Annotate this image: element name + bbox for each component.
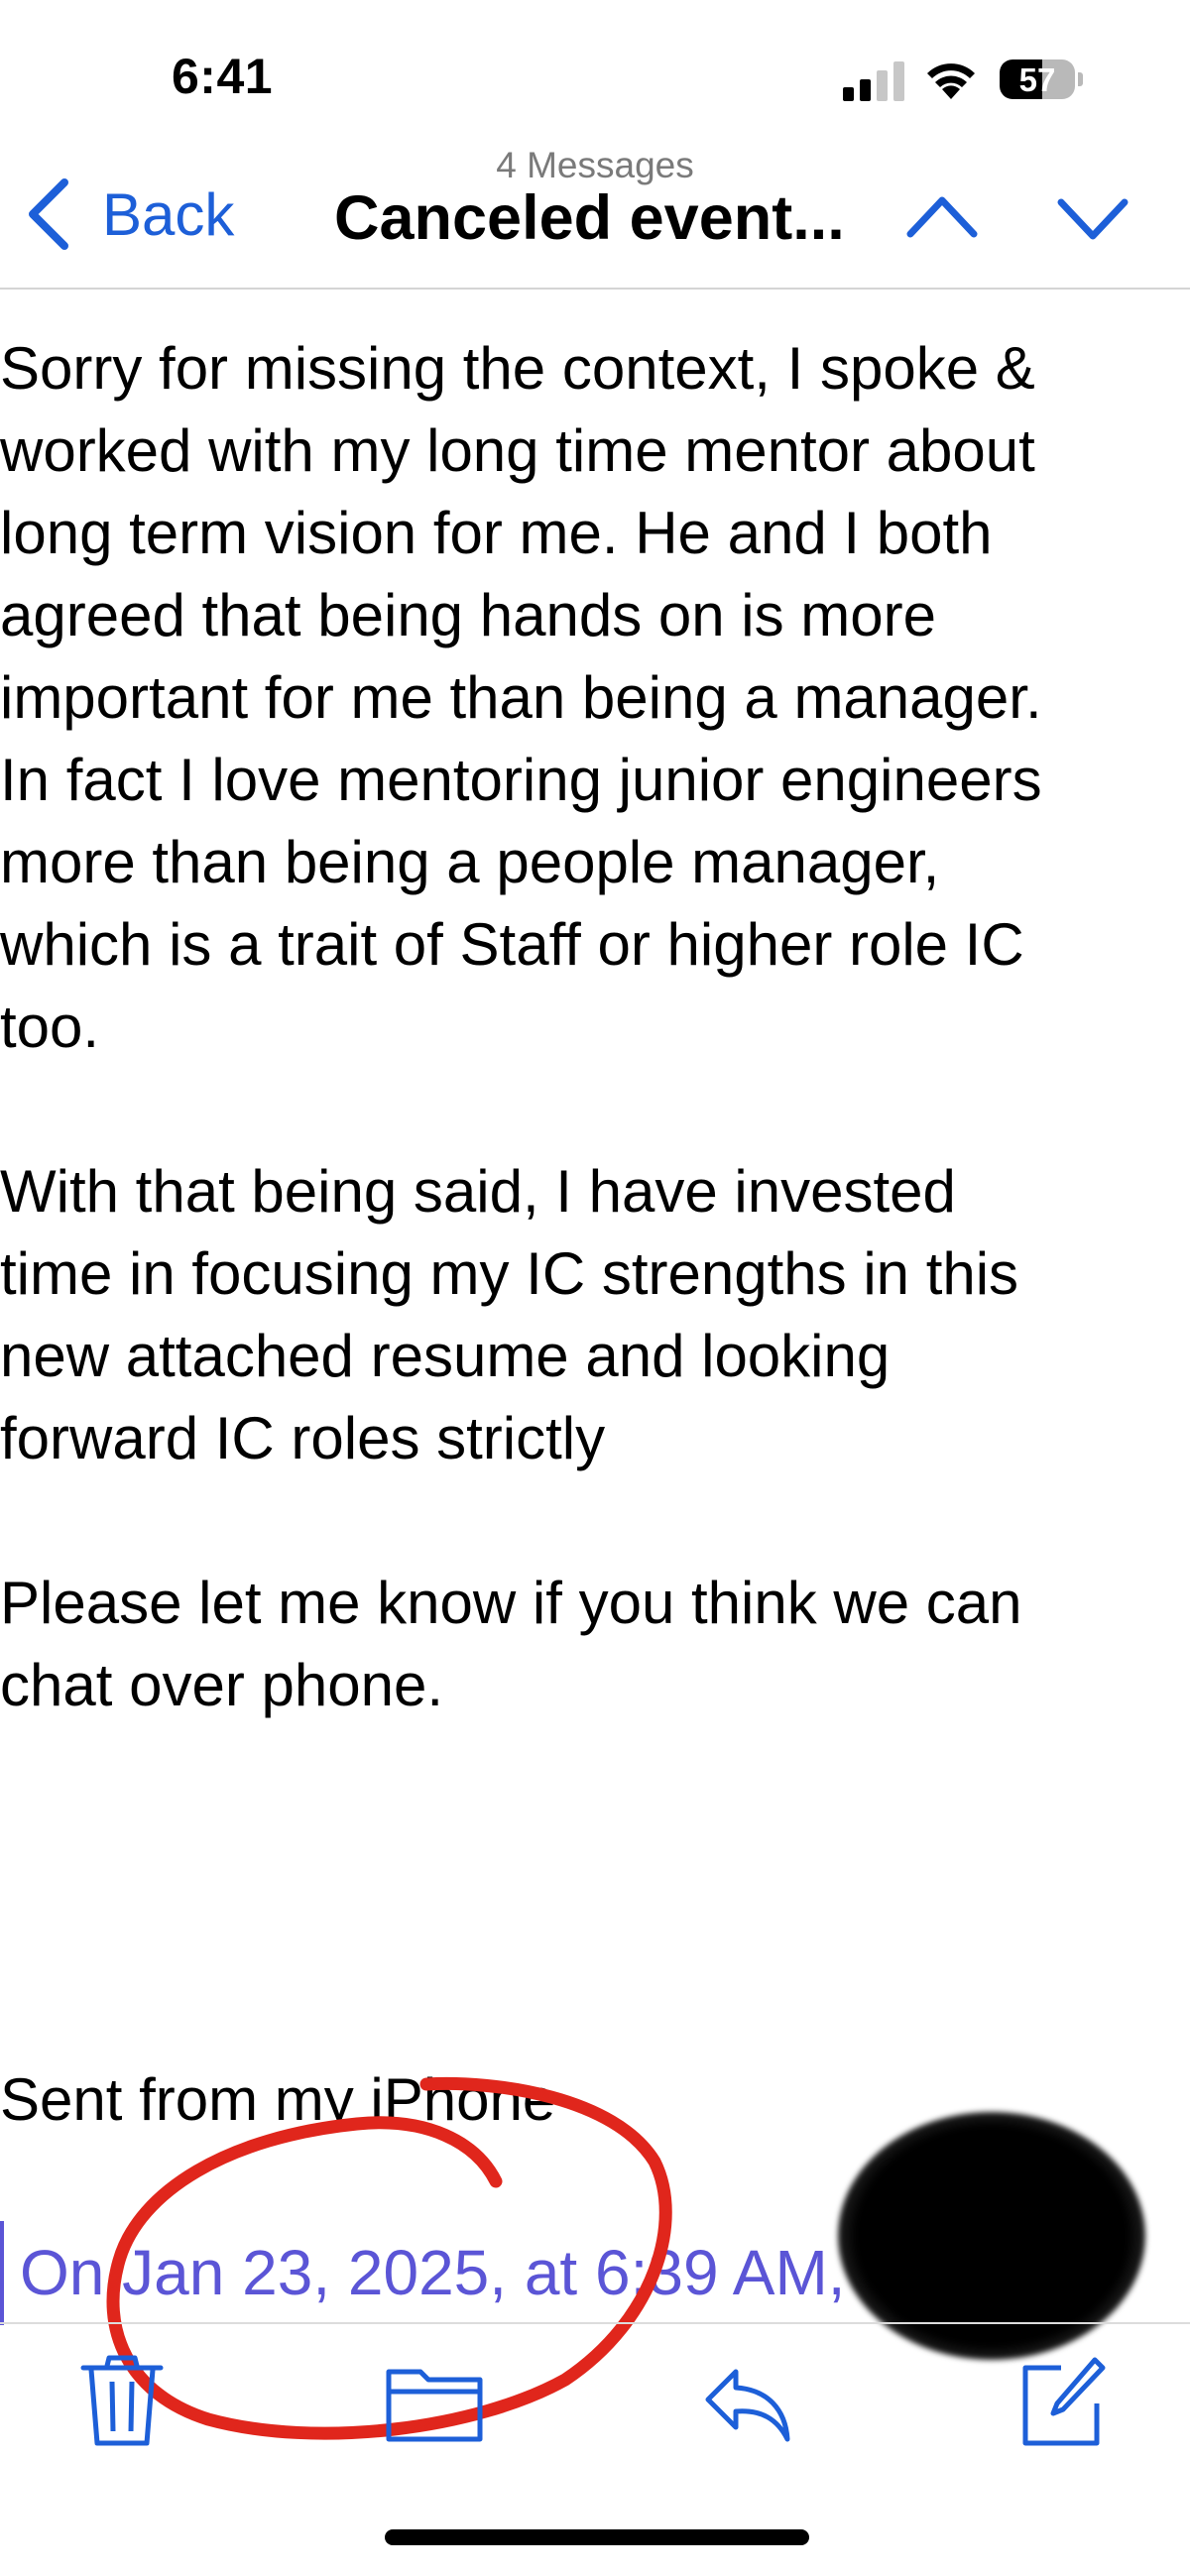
status-time: 6:41 (172, 49, 274, 104)
message-paragraph: With that being said, I have invested ti… (0, 1158, 1019, 1471)
wifi-icon (927, 63, 975, 99)
chevron-left-icon (29, 178, 68, 250)
nav-divider (0, 288, 1190, 290)
home-indicator[interactable] (385, 2529, 809, 2545)
battery-icon: 57 (1000, 59, 1083, 99)
chevron-down-icon[interactable] (1055, 194, 1130, 246)
message-paragraph: Please let me know if you think we can c… (0, 1570, 1022, 1718)
compose-icon[interactable] (1017, 2352, 1107, 2451)
folder-icon[interactable] (385, 2352, 484, 2451)
reply-icon[interactable] (702, 2352, 791, 2451)
cellular-signal-icon (843, 61, 904, 101)
back-button[interactable]: Back (25, 175, 234, 254)
trash-icon[interactable] (77, 2352, 167, 2451)
toolbar-divider (0, 2322, 1190, 2324)
navigation-bar: 4 Messages Back Canceled event... (0, 139, 1190, 288)
thread-title: Canceled event... (334, 183, 845, 253)
message-paragraph: Sorry for missing the context, I spoke &… (0, 335, 1042, 1060)
battery-percent: 57 (1018, 61, 1056, 98)
back-label: Back (102, 180, 235, 248)
chevron-up-icon[interactable] (904, 190, 980, 242)
status-bar: 6:41 57 (0, 0, 1190, 139)
